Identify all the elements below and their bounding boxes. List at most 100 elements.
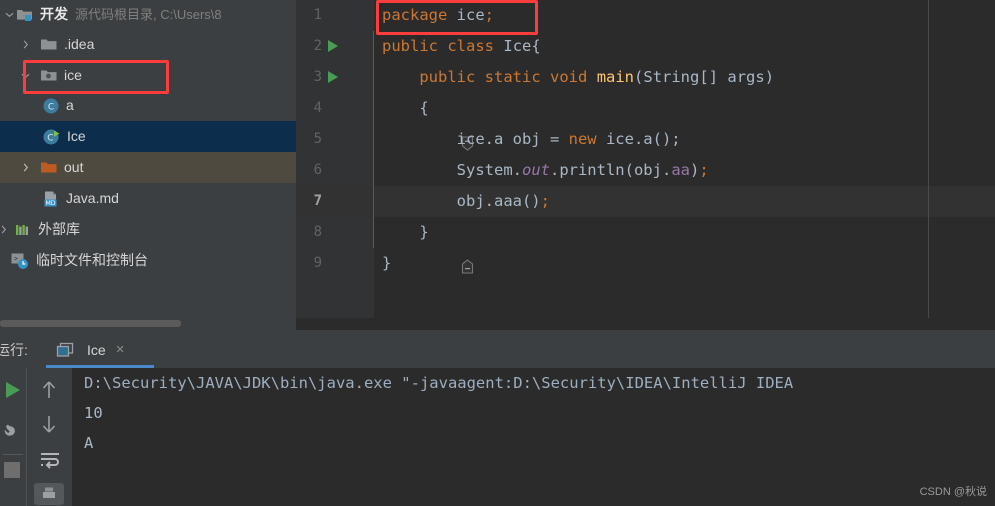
module-folder-icon bbox=[16, 7, 34, 23]
svg-text:C: C bbox=[48, 102, 54, 112]
line-text: public static void main(String[] args) bbox=[419, 68, 775, 86]
line-text: obj.aaa(); bbox=[382, 192, 550, 210]
console-output[interactable]: D:\Security\JAVA\JDK\bin\java.exe "-java… bbox=[72, 368, 995, 506]
collapse-bottom-icon[interactable] bbox=[367, 224, 473, 274]
run-tab-ice[interactable]: Ice × bbox=[46, 332, 134, 367]
line-number: 8 bbox=[313, 224, 322, 240]
code-line[interactable]: 5 ice.a obj = new ice.a(); bbox=[296, 124, 995, 155]
line-number: 3 bbox=[313, 69, 322, 85]
run-green-arrow-icon[interactable] bbox=[1, 378, 25, 402]
tree-item-label: a bbox=[66, 97, 74, 113]
tree-item-module[interactable]: 开发 源代码根目录, C:\Users\8 bbox=[0, 0, 296, 29]
console-line: 10 bbox=[84, 404, 103, 422]
code-line[interactable]: 4 { bbox=[296, 93, 995, 151]
arrow-up-icon[interactable] bbox=[37, 378, 61, 402]
code-editor[interactable]: 1 package ice; 2 public class Ice{ 3 pub… bbox=[296, 0, 995, 331]
svg-text:C: C bbox=[47, 133, 53, 143]
tree-horizontal-scrollbar[interactable] bbox=[0, 318, 296, 328]
print-icon[interactable] bbox=[34, 483, 64, 505]
top-area: 开发 源代码根目录, C:\Users\8 .idea ice C a C Ic… bbox=[0, 0, 995, 331]
run-arrow-icon[interactable] bbox=[328, 40, 338, 52]
fold-guide-line bbox=[373, 155, 374, 186]
chevron-right-icon[interactable] bbox=[0, 216, 10, 244]
run-toolbar-secondary[interactable] bbox=[27, 368, 72, 506]
line-number: 9 bbox=[313, 255, 322, 271]
editor-horizontal-scrollbar[interactable] bbox=[296, 318, 995, 330]
fold-guide-line bbox=[373, 186, 374, 217]
soft-wrap-icon[interactable] bbox=[37, 448, 63, 472]
tree-item-label: 外部库 bbox=[38, 221, 80, 237]
folder-icon bbox=[40, 37, 58, 52]
code-line[interactable]: 3 public static void main(String[] args) bbox=[296, 62, 995, 93]
fold-guide-line bbox=[373, 31, 374, 62]
run-toolbar-left[interactable] bbox=[0, 368, 26, 506]
java-runnable-class-icon: C bbox=[42, 128, 61, 146]
run-tab-label: Ice bbox=[87, 341, 106, 358]
editor-right-divider bbox=[928, 0, 929, 318]
console-line: A bbox=[84, 434, 94, 452]
tree-item-java-md[interactable]: MD Java.md bbox=[0, 183, 296, 214]
project-tree[interactable]: 开发 源代码根目录, C:\Users\8 .idea ice C a C Ic… bbox=[0, 0, 296, 331]
csdn-watermark: CSDN @秋说 bbox=[919, 486, 987, 498]
tree-item-label: Java.md bbox=[66, 190, 119, 206]
tree-item-label: Ice bbox=[67, 128, 86, 144]
scrollbar-thumb[interactable] bbox=[0, 320, 181, 327]
collapse-top-icon[interactable] bbox=[367, 101, 473, 151]
line-text: public class Ice{ bbox=[382, 37, 541, 55]
close-icon[interactable]: × bbox=[116, 341, 125, 358]
line-number: 4 bbox=[313, 100, 322, 116]
console-line: D:\Security\JAVA\JDK\bin\java.exe "-java… bbox=[84, 374, 794, 392]
code-lines[interactable]: 1 package ice; 2 public class Ice{ 3 pub… bbox=[296, 0, 995, 331]
chevron-right-icon[interactable] bbox=[18, 154, 32, 182]
tree-item-idea[interactable]: .idea bbox=[0, 29, 296, 60]
chevron-down-icon[interactable] bbox=[2, 1, 16, 29]
run-panel-header: 运行: Ice × bbox=[0, 332, 995, 368]
tree-item-label: ice bbox=[64, 67, 82, 83]
java-class-icon: C bbox=[42, 97, 60, 115]
tree-item-label: out bbox=[64, 159, 84, 175]
tree-item-ice-package[interactable]: ice bbox=[0, 60, 296, 90]
code-line[interactable]: 6 System.out.println(obj.aa); bbox=[296, 155, 995, 186]
code-line-current[interactable]: 7 obj.aaa(); bbox=[296, 186, 995, 217]
wrench-icon[interactable] bbox=[1, 416, 25, 440]
run-config-icon bbox=[56, 342, 74, 358]
code-line[interactable]: 2 public class Ice{ bbox=[296, 31, 995, 62]
run-panel-title: 运行: bbox=[0, 342, 28, 358]
line-text: } bbox=[382, 223, 429, 241]
markdown-file-icon: MD bbox=[42, 190, 60, 208]
svg-text:MD: MD bbox=[45, 200, 55, 207]
run-arrow-icon[interactable] bbox=[328, 71, 338, 83]
tree-item-label: 开发 bbox=[40, 6, 68, 22]
tree-item-label: 临时文件和控制台 bbox=[36, 252, 148, 268]
run-panel: 运行: Ice × D:\Security\JAVA\JDK\bin\java.… bbox=[0, 332, 995, 506]
code-line[interactable]: 1 package ice; bbox=[296, 0, 995, 31]
stop-square-icon[interactable] bbox=[4, 462, 20, 478]
fold-guide-line bbox=[373, 124, 374, 155]
tree-item-external-libraries[interactable]: 外部库 bbox=[0, 214, 296, 245]
chevron-down-icon[interactable] bbox=[18, 61, 32, 89]
tree-item-sublabel: 源代码根目录, C:\Users\8 bbox=[75, 7, 222, 22]
line-text: System.out.println(obj.aa); bbox=[382, 161, 709, 179]
line-number: 6 bbox=[313, 162, 322, 178]
line-text: } bbox=[382, 254, 392, 272]
tree-item-class-a[interactable]: C a bbox=[0, 90, 296, 121]
line-number: 7 bbox=[313, 193, 322, 209]
line-text: { bbox=[382, 99, 429, 117]
tree-item-scratches[interactable]: >_ 临时文件和控制台 bbox=[0, 245, 296, 276]
code-line[interactable]: 9 } bbox=[296, 248, 995, 279]
chevron-right-icon[interactable] bbox=[18, 31, 32, 59]
arrow-down-icon[interactable] bbox=[37, 412, 61, 436]
line-text: ice.a obj = new ice.a(); bbox=[382, 130, 681, 148]
toolbar-divider bbox=[3, 454, 23, 455]
tree-item-class-ice[interactable]: C Ice bbox=[0, 121, 296, 152]
excluded-folder-icon bbox=[40, 160, 58, 175]
tree-item-label: .idea bbox=[64, 36, 95, 52]
line-text: package ice; bbox=[382, 6, 495, 24]
scratches-console-icon: >_ bbox=[10, 252, 30, 270]
code-line[interactable]: 8 } bbox=[296, 217, 995, 274]
libraries-icon bbox=[14, 222, 32, 238]
tree-item-out[interactable]: out bbox=[0, 152, 296, 183]
line-number: 5 bbox=[313, 131, 322, 147]
package-icon bbox=[40, 68, 58, 83]
line-number: 2 bbox=[313, 38, 322, 54]
